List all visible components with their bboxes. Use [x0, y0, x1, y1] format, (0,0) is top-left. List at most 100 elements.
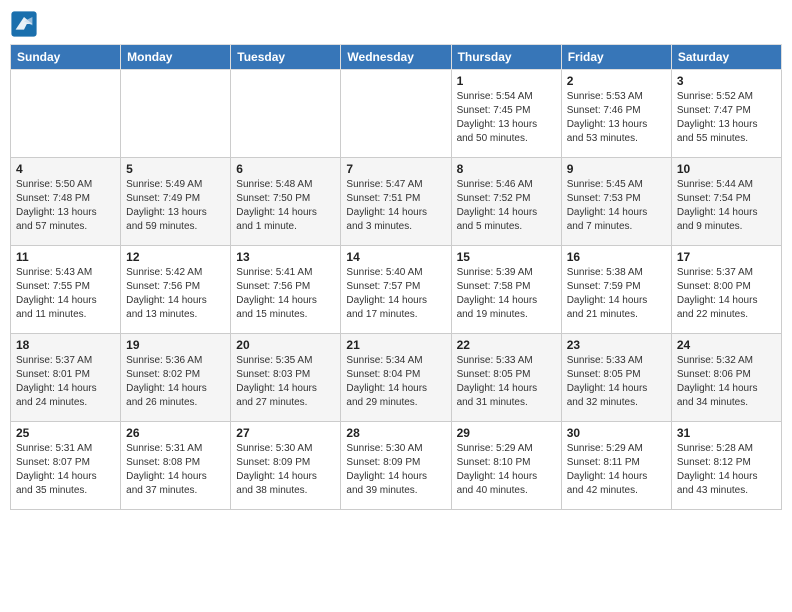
day-info: Sunrise: 5:33 AM Sunset: 8:05 PM Dayligh…	[567, 354, 666, 410]
day-number: 15	[457, 250, 556, 264]
calendar-week-3: 18 Sunrise: 5:37 AM Sunset: 8:01 PM Dayli…	[11, 334, 782, 422]
calendar-cell: 26 Sunrise: 5:31 AM Sunset: 8:08 PM Dayli…	[121, 422, 231, 510]
day-number: 3	[677, 74, 776, 88]
day-number: 10	[677, 162, 776, 176]
calendar-cell	[341, 70, 451, 158]
day-number: 27	[236, 426, 335, 440]
calendar-cell: 20 Sunrise: 5:35 AM Sunset: 8:03 PM Dayli…	[231, 334, 341, 422]
day-number: 30	[567, 426, 666, 440]
day-info: Sunrise: 5:31 AM Sunset: 8:08 PM Dayligh…	[126, 442, 225, 498]
day-number: 21	[346, 338, 445, 352]
calendar-cell: 13 Sunrise: 5:41 AM Sunset: 7:56 PM Dayli…	[231, 246, 341, 334]
day-info: Sunrise: 5:46 AM Sunset: 7:52 PM Dayligh…	[457, 178, 556, 234]
day-number: 1	[457, 74, 556, 88]
day-info: Sunrise: 5:36 AM Sunset: 8:02 PM Dayligh…	[126, 354, 225, 410]
calendar-cell: 11Sunrise: 5:43 AM Sunset: 7:55 PM Dayli…	[11, 246, 121, 334]
calendar-cell: 14 Sunrise: 5:40 AM Sunset: 7:57 PM Dayli…	[341, 246, 451, 334]
calendar-cell: 2Sunrise: 5:53 AM Sunset: 7:46 PM Daylig…	[561, 70, 671, 158]
calendar-cell: 15 Sunrise: 5:39 AM Sunset: 7:58 PM Dayli…	[451, 246, 561, 334]
calendar-cell: 4 Sunrise: 5:50 AM Sunset: 7:48 PM Daylig…	[11, 158, 121, 246]
calendar-week-0: 1 Sunrise: 5:54 AM Sunset: 7:45 PM Daylig…	[11, 70, 782, 158]
day-number: 13	[236, 250, 335, 264]
calendar-cell: 8 Sunrise: 5:46 AM Sunset: 7:52 PM Daylig…	[451, 158, 561, 246]
day-info: Sunrise: 5:44 AM Sunset: 7:54 PM Dayligh…	[677, 178, 776, 234]
day-info: Sunrise: 5:42 AM Sunset: 7:56 PM Dayligh…	[126, 266, 225, 322]
day-number: 18	[16, 338, 115, 352]
calendar-cell: 23 Sunrise: 5:33 AM Sunset: 8:05 PM Dayli…	[561, 334, 671, 422]
day-info: Sunrise: 5:34 AM Sunset: 8:04 PM Dayligh…	[346, 354, 445, 410]
calendar-cell: 7Sunrise: 5:47 AM Sunset: 7:51 PM Daylig…	[341, 158, 451, 246]
logo	[10, 10, 40, 38]
page-header	[10, 10, 782, 38]
day-info: Sunrise: 5:29 AM Sunset: 8:11 PM Dayligh…	[567, 442, 666, 498]
day-number: 11	[16, 250, 115, 264]
day-info: Sunrise: 5:49 AM Sunset: 7:49 PM Dayligh…	[126, 178, 225, 234]
day-number: 20	[236, 338, 335, 352]
day-number: 17	[677, 250, 776, 264]
day-header-sunday: Sunday	[11, 45, 121, 70]
day-number: 22	[457, 338, 556, 352]
day-number: 12	[126, 250, 225, 264]
day-number: 5	[126, 162, 225, 176]
day-number: 14	[346, 250, 445, 264]
calendar-cell: 3Sunrise: 5:52 AM Sunset: 7:47 PM Daylig…	[671, 70, 781, 158]
calendar-week-1: 4 Sunrise: 5:50 AM Sunset: 7:48 PM Daylig…	[11, 158, 782, 246]
day-number: 29	[457, 426, 556, 440]
day-info: Sunrise: 5:37 AM Sunset: 8:00 PM Dayligh…	[677, 266, 776, 322]
day-number: 31	[677, 426, 776, 440]
day-info: Sunrise: 5:50 AM Sunset: 7:48 PM Dayligh…	[16, 178, 115, 234]
day-number: 4	[16, 162, 115, 176]
day-info: Sunrise: 5:54 AM Sunset: 7:45 PM Dayligh…	[457, 90, 556, 146]
day-number: 25	[16, 426, 115, 440]
calendar-cell: 28 Sunrise: 5:30 AM Sunset: 8:09 PM Dayli…	[341, 422, 451, 510]
day-info: Sunrise: 5:48 AM Sunset: 7:50 PM Dayligh…	[236, 178, 335, 234]
day-number: 23	[567, 338, 666, 352]
calendar-cell: 31 Sunrise: 5:28 AM Sunset: 8:12 PM Dayli…	[671, 422, 781, 510]
calendar-cell: 9 Sunrise: 5:45 AM Sunset: 7:53 PM Daylig…	[561, 158, 671, 246]
day-header-wednesday: Wednesday	[341, 45, 451, 70]
calendar-cell: 30 Sunrise: 5:29 AM Sunset: 8:11 PM Dayli…	[561, 422, 671, 510]
day-number: 8	[457, 162, 556, 176]
calendar-cell	[11, 70, 121, 158]
calendar-cell: 22 Sunrise: 5:33 AM Sunset: 8:05 PM Dayli…	[451, 334, 561, 422]
calendar-cell: 18 Sunrise: 5:37 AM Sunset: 8:01 PM Dayli…	[11, 334, 121, 422]
day-info: Sunrise: 5:33 AM Sunset: 8:05 PM Dayligh…	[457, 354, 556, 410]
calendar-cell: 29 Sunrise: 5:29 AM Sunset: 8:10 PM Dayli…	[451, 422, 561, 510]
calendar-cell: 25Sunrise: 5:31 AM Sunset: 8:07 PM Dayli…	[11, 422, 121, 510]
day-info: Sunrise: 5:29 AM Sunset: 8:10 PM Dayligh…	[457, 442, 556, 498]
day-number: 9	[567, 162, 666, 176]
day-info: Sunrise: 5:35 AM Sunset: 8:03 PM Dayligh…	[236, 354, 335, 410]
day-number: 28	[346, 426, 445, 440]
calendar-cell: 24 Sunrise: 5:32 AM Sunset: 8:06 PM Dayli…	[671, 334, 781, 422]
day-info: Sunrise: 5:30 AM Sunset: 8:09 PM Dayligh…	[236, 442, 335, 498]
day-number: 6	[236, 162, 335, 176]
calendar-table: SundayMondayTuesdayWednesdayThursdayFrid…	[10, 44, 782, 510]
calendar-cell	[231, 70, 341, 158]
day-info: Sunrise: 5:40 AM Sunset: 7:57 PM Dayligh…	[346, 266, 445, 322]
calendar-cell: 16 Sunrise: 5:38 AM Sunset: 7:59 PM Dayli…	[561, 246, 671, 334]
calendar-cell: 21 Sunrise: 5:34 AM Sunset: 8:04 PM Dayli…	[341, 334, 451, 422]
day-info: Sunrise: 5:38 AM Sunset: 7:59 PM Dayligh…	[567, 266, 666, 322]
calendar-week-2: 11Sunrise: 5:43 AM Sunset: 7:55 PM Dayli…	[11, 246, 782, 334]
day-number: 26	[126, 426, 225, 440]
day-info: Sunrise: 5:47 AM Sunset: 7:51 PM Dayligh…	[346, 178, 445, 234]
calendar-cell: 1 Sunrise: 5:54 AM Sunset: 7:45 PM Daylig…	[451, 70, 561, 158]
day-header-tuesday: Tuesday	[231, 45, 341, 70]
day-info: Sunrise: 5:30 AM Sunset: 8:09 PM Dayligh…	[346, 442, 445, 498]
logo-icon	[10, 10, 38, 38]
day-header-saturday: Saturday	[671, 45, 781, 70]
day-number: 16	[567, 250, 666, 264]
calendar-cell: 5 Sunrise: 5:49 AM Sunset: 7:49 PM Daylig…	[121, 158, 231, 246]
day-info: Sunrise: 5:37 AM Sunset: 8:01 PM Dayligh…	[16, 354, 115, 410]
day-info: Sunrise: 5:39 AM Sunset: 7:58 PM Dayligh…	[457, 266, 556, 322]
calendar-cell: 27 Sunrise: 5:30 AM Sunset: 8:09 PM Dayli…	[231, 422, 341, 510]
calendar-cell: 19Sunrise: 5:36 AM Sunset: 8:02 PM Dayli…	[121, 334, 231, 422]
day-info: Sunrise: 5:45 AM Sunset: 7:53 PM Dayligh…	[567, 178, 666, 234]
calendar-cell: 6 Sunrise: 5:48 AM Sunset: 7:50 PM Daylig…	[231, 158, 341, 246]
day-header-thursday: Thursday	[451, 45, 561, 70]
day-info: Sunrise: 5:28 AM Sunset: 8:12 PM Dayligh…	[677, 442, 776, 498]
day-info: Sunrise: 5:32 AM Sunset: 8:06 PM Dayligh…	[677, 354, 776, 410]
day-info: Sunrise: 5:41 AM Sunset: 7:56 PM Dayligh…	[236, 266, 335, 322]
day-number: 24	[677, 338, 776, 352]
calendar-cell: 17 Sunrise: 5:37 AM Sunset: 8:00 PM Dayli…	[671, 246, 781, 334]
